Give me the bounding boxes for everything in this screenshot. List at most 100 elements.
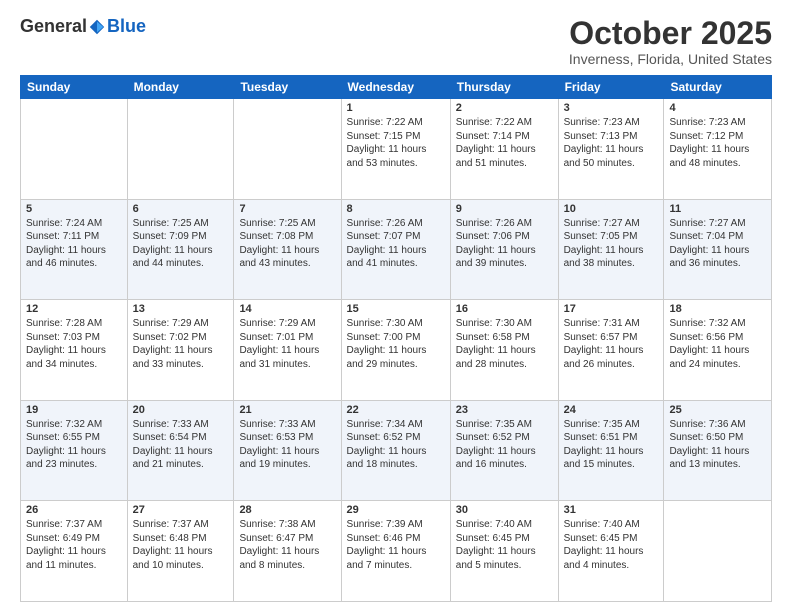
calendar-cell: 28 Sunrise: 7:38 AM Sunset: 6:47 PM Dayli… bbox=[234, 501, 341, 602]
location: Inverness, Florida, United States bbox=[569, 51, 772, 67]
cell-info: Sunrise: 7:37 AM Sunset: 6:48 PM Dayligh… bbox=[133, 518, 229, 572]
calendar-cell: 18Sunrise: 7:32 AM Sunset: 6:56 PM Dayli… bbox=[664, 300, 772, 401]
day-number: 26 bbox=[26, 504, 122, 516]
day-number: 14 bbox=[239, 303, 335, 315]
calendar-cell: 6 Sunrise: 7:25 AM Sunset: 7:09 PM Daylig… bbox=[127, 199, 234, 300]
day-number: 7 bbox=[239, 203, 335, 215]
week-row-1: 1Sunrise: 7:22 AM Sunset: 7:15 PM Daylig… bbox=[21, 99, 772, 200]
calendar-cell: 12 Sunrise: 7:28 AM Sunset: 7:03 PM Dayli… bbox=[21, 300, 128, 401]
day-number: 16 bbox=[456, 303, 553, 315]
day-number: 9 bbox=[456, 203, 553, 215]
day-number: 8 bbox=[347, 203, 445, 215]
cell-info: Sunrise: 7:30 AM Sunset: 7:00 PM Dayligh… bbox=[347, 317, 445, 371]
day-number: 27 bbox=[133, 504, 229, 516]
day-number: 18 bbox=[669, 303, 766, 315]
day-number: 22 bbox=[347, 404, 445, 416]
day-number: 29 bbox=[347, 504, 445, 516]
calendar-cell: 9 Sunrise: 7:26 AM Sunset: 7:06 PM Daylig… bbox=[450, 199, 558, 300]
day-number: 20 bbox=[133, 404, 229, 416]
cell-info: Sunrise: 7:33 AM Sunset: 6:53 PM Dayligh… bbox=[239, 418, 335, 472]
day-number: 28 bbox=[239, 504, 335, 516]
cell-info: Sunrise: 7:38 AM Sunset: 6:47 PM Dayligh… bbox=[239, 518, 335, 572]
calendar-cell: 10 Sunrise: 7:27 AM Sunset: 7:05 PM Dayli… bbox=[558, 199, 664, 300]
week-row-5: 26 Sunrise: 7:37 AM Sunset: 6:49 PM Dayli… bbox=[21, 501, 772, 602]
cell-info: Sunrise: 7:27 AM Sunset: 7:04 PM Dayligh… bbox=[669, 217, 766, 271]
cell-info: Sunrise: 7:31 AM Sunset: 6:57 PM Dayligh… bbox=[564, 317, 659, 371]
day-number: 3 bbox=[564, 102, 659, 114]
cell-info: Sunrise: 7:25 AM Sunset: 7:09 PM Dayligh… bbox=[133, 217, 229, 271]
cell-info: Sunrise: 7:33 AM Sunset: 6:54 PM Dayligh… bbox=[133, 418, 229, 472]
header-thursday: Thursday bbox=[450, 76, 558, 99]
cell-info: Sunrise: 7:34 AM Sunset: 6:52 PM Dayligh… bbox=[347, 418, 445, 472]
cell-info: Sunrise: 7:29 AM Sunset: 7:01 PM Dayligh… bbox=[239, 317, 335, 371]
calendar-cell: 25Sunrise: 7:36 AM Sunset: 6:50 PM Dayli… bbox=[664, 400, 772, 501]
day-number: 4 bbox=[669, 102, 766, 114]
calendar-cell bbox=[127, 99, 234, 200]
calendar-cell: 5 Sunrise: 7:24 AM Sunset: 7:11 PM Daylig… bbox=[21, 199, 128, 300]
logo: General Blue bbox=[20, 16, 146, 37]
cell-info: Sunrise: 7:23 AM Sunset: 7:12 PM Dayligh… bbox=[669, 116, 766, 170]
day-number: 10 bbox=[564, 203, 659, 215]
calendar-cell: 17 Sunrise: 7:31 AM Sunset: 6:57 PM Dayli… bbox=[558, 300, 664, 401]
cell-info: Sunrise: 7:23 AM Sunset: 7:13 PM Dayligh… bbox=[564, 116, 659, 170]
day-number: 17 bbox=[564, 303, 659, 315]
header-tuesday: Tuesday bbox=[234, 76, 341, 99]
month-title: October 2025 bbox=[569, 16, 772, 51]
day-number: 13 bbox=[133, 303, 229, 315]
page: General Blue October 2025 Inverness, Flo… bbox=[0, 0, 792, 612]
cell-info: Sunrise: 7:25 AM Sunset: 7:08 PM Dayligh… bbox=[239, 217, 335, 271]
cell-info: Sunrise: 7:37 AM Sunset: 6:49 PM Dayligh… bbox=[26, 518, 122, 572]
header: General Blue October 2025 Inverness, Flo… bbox=[20, 16, 772, 67]
calendar-cell: 13Sunrise: 7:29 AM Sunset: 7:02 PM Dayli… bbox=[127, 300, 234, 401]
day-number: 24 bbox=[564, 404, 659, 416]
calendar-cell: 29Sunrise: 7:39 AM Sunset: 6:46 PM Dayli… bbox=[341, 501, 450, 602]
calendar-cell: 7 Sunrise: 7:25 AM Sunset: 7:08 PM Daylig… bbox=[234, 199, 341, 300]
cell-info: Sunrise: 7:26 AM Sunset: 7:07 PM Dayligh… bbox=[347, 217, 445, 271]
cell-info: Sunrise: 7:40 AM Sunset: 6:45 PM Dayligh… bbox=[564, 518, 659, 572]
calendar-cell: 19Sunrise: 7:32 AM Sunset: 6:55 PM Dayli… bbox=[21, 400, 128, 501]
cell-info: Sunrise: 7:30 AM Sunset: 6:58 PM Dayligh… bbox=[456, 317, 553, 371]
day-number: 31 bbox=[564, 504, 659, 516]
header-saturday: Saturday bbox=[664, 76, 772, 99]
calendar-cell: 4 Sunrise: 7:23 AM Sunset: 7:12 PM Daylig… bbox=[664, 99, 772, 200]
day-number: 2 bbox=[456, 102, 553, 114]
calendar-cell bbox=[234, 99, 341, 200]
calendar-cell: 1Sunrise: 7:22 AM Sunset: 7:15 PM Daylig… bbox=[341, 99, 450, 200]
calendar-cell: 30Sunrise: 7:40 AM Sunset: 6:45 PM Dayli… bbox=[450, 501, 558, 602]
week-row-2: 5 Sunrise: 7:24 AM Sunset: 7:11 PM Daylig… bbox=[21, 199, 772, 300]
calendar-cell: 3 Sunrise: 7:23 AM Sunset: 7:13 PM Daylig… bbox=[558, 99, 664, 200]
calendar-cell bbox=[21, 99, 128, 200]
header-monday: Monday bbox=[127, 76, 234, 99]
cell-info: Sunrise: 7:24 AM Sunset: 7:11 PM Dayligh… bbox=[26, 217, 122, 271]
calendar-cell: 20 Sunrise: 7:33 AM Sunset: 6:54 PM Dayli… bbox=[127, 400, 234, 501]
day-number: 12 bbox=[26, 303, 122, 315]
calendar-cell bbox=[664, 501, 772, 602]
day-number: 5 bbox=[26, 203, 122, 215]
day-number: 25 bbox=[669, 404, 766, 416]
logo-blue-text: Blue bbox=[107, 16, 146, 37]
calendar-cell: 24Sunrise: 7:35 AM Sunset: 6:51 PM Dayli… bbox=[558, 400, 664, 501]
day-number: 30 bbox=[456, 504, 553, 516]
header-sunday: Sunday bbox=[21, 76, 128, 99]
calendar-cell: 2 Sunrise: 7:22 AM Sunset: 7:14 PM Daylig… bbox=[450, 99, 558, 200]
calendar-cell: 15Sunrise: 7:30 AM Sunset: 7:00 PM Dayli… bbox=[341, 300, 450, 401]
calendar-cell: 22 Sunrise: 7:34 AM Sunset: 6:52 PM Dayli… bbox=[341, 400, 450, 501]
title-block: October 2025 Inverness, Florida, United … bbox=[569, 16, 772, 67]
calendar-cell: 27 Sunrise: 7:37 AM Sunset: 6:48 PM Dayli… bbox=[127, 501, 234, 602]
cell-info: Sunrise: 7:22 AM Sunset: 7:14 PM Dayligh… bbox=[456, 116, 553, 170]
day-number: 6 bbox=[133, 203, 229, 215]
calendar-cell: 11Sunrise: 7:27 AM Sunset: 7:04 PM Dayli… bbox=[664, 199, 772, 300]
calendar-cell: 26 Sunrise: 7:37 AM Sunset: 6:49 PM Dayli… bbox=[21, 501, 128, 602]
logo-general-text: General bbox=[20, 16, 87, 37]
cell-info: Sunrise: 7:22 AM Sunset: 7:15 PM Dayligh… bbox=[347, 116, 445, 170]
cell-info: Sunrise: 7:27 AM Sunset: 7:05 PM Dayligh… bbox=[564, 217, 659, 271]
cell-info: Sunrise: 7:32 AM Sunset: 6:55 PM Dayligh… bbox=[26, 418, 122, 472]
cell-info: Sunrise: 7:35 AM Sunset: 6:52 PM Dayligh… bbox=[456, 418, 553, 472]
cell-info: Sunrise: 7:26 AM Sunset: 7:06 PM Dayligh… bbox=[456, 217, 553, 271]
calendar-cell: 31 Sunrise: 7:40 AM Sunset: 6:45 PM Dayli… bbox=[558, 501, 664, 602]
cell-info: Sunrise: 7:28 AM Sunset: 7:03 PM Dayligh… bbox=[26, 317, 122, 371]
calendar: Sunday Monday Tuesday Wednesday Thursday… bbox=[20, 75, 772, 602]
calendar-cell: 14 Sunrise: 7:29 AM Sunset: 7:01 PM Dayli… bbox=[234, 300, 341, 401]
calendar-cell: 23Sunrise: 7:35 AM Sunset: 6:52 PM Dayli… bbox=[450, 400, 558, 501]
week-row-3: 12 Sunrise: 7:28 AM Sunset: 7:03 PM Dayli… bbox=[21, 300, 772, 401]
